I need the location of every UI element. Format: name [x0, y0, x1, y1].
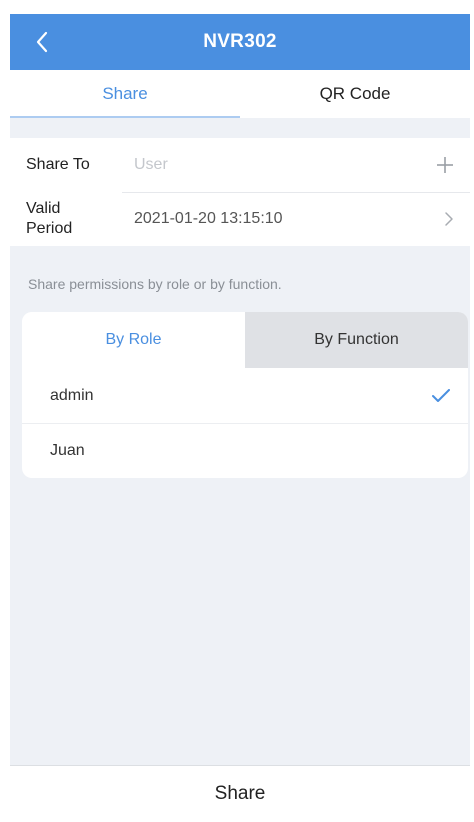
tab-qr-code[interactable]: QR Code — [240, 70, 470, 118]
role-item-admin[interactable]: admin — [22, 368, 468, 423]
share-form: Share To User Valid Period 2021-01-20 13… — [10, 138, 470, 246]
tab-bar: Share QR Code — [10, 70, 470, 118]
chevron-left-icon — [36, 31, 48, 53]
back-button[interactable] — [24, 24, 60, 60]
role-item-juan[interactable]: Juan — [22, 423, 468, 478]
valid-period-value[interactable]: 2021-01-20 13:15:10 — [134, 210, 434, 228]
permissions-hint: Share permissions by role or by function… — [28, 276, 282, 292]
by-role-button[interactable]: By Role — [22, 312, 245, 368]
tab-share[interactable]: Share — [10, 70, 240, 118]
share-to-row[interactable]: Share To User — [10, 138, 470, 192]
plus-icon — [437, 157, 453, 173]
permissions-card: By Role By Function admin Juan — [22, 312, 468, 478]
share-to-label: Share To — [26, 156, 90, 173]
role-name: Juan — [50, 441, 85, 459]
chevron-right-icon — [445, 212, 453, 226]
nav-header: NVR302 — [10, 14, 470, 70]
app-screen: NVR302 Share QR Code Share To User Valid… — [10, 14, 470, 822]
by-function-button[interactable]: By Function — [245, 312, 468, 368]
checkmark-icon — [432, 388, 450, 402]
page-title: NVR302 — [203, 31, 277, 52]
valid-period-row[interactable]: Valid Period 2021-01-20 13:15:10 — [10, 192, 470, 246]
valid-period-chevron[interactable] — [434, 211, 454, 227]
valid-period-label: Valid Period — [26, 200, 73, 237]
permission-mode-segment: By Role By Function — [22, 312, 468, 368]
share-to-input[interactable]: User — [134, 156, 434, 174]
role-name: admin — [50, 386, 94, 404]
share-button[interactable]: Share — [10, 765, 470, 822]
add-user-button[interactable] — [434, 156, 454, 174]
